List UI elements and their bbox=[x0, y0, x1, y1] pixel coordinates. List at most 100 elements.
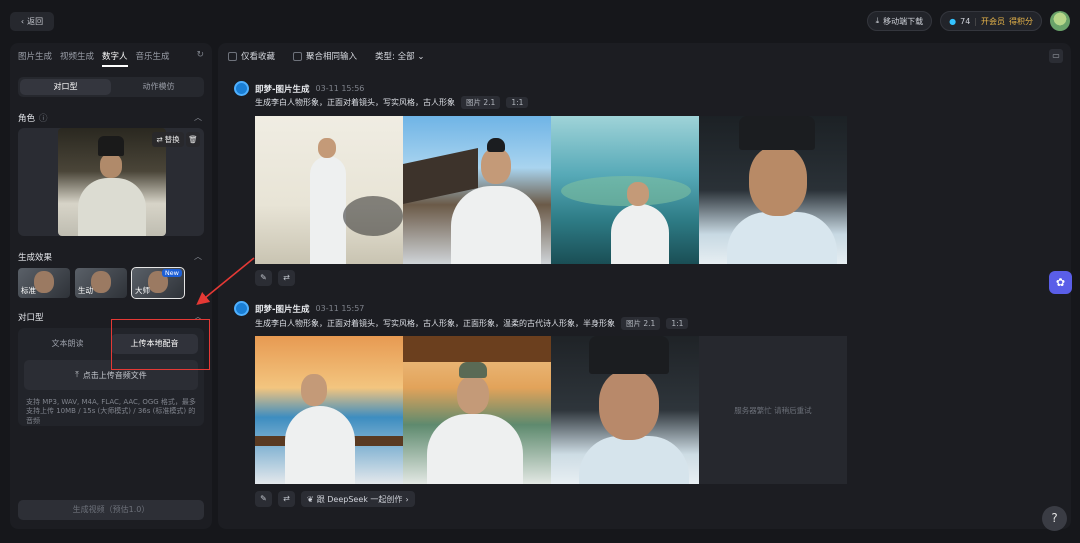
help-icon[interactable]: ? bbox=[1042, 506, 1067, 531]
post-actions: ✎ ⇄ ❦ 跟 DeepSeek 一起创作 › bbox=[255, 491, 415, 507]
figure-face bbox=[627, 182, 649, 206]
effect-vivid[interactable]: 生动 bbox=[75, 268, 127, 298]
checkbox[interactable] bbox=[228, 52, 237, 61]
generated-image[interactable] bbox=[551, 116, 699, 264]
generate-video-button[interactable]: 生成视频（预估1.0） bbox=[18, 500, 204, 520]
figure-robe bbox=[285, 406, 355, 484]
tab-video[interactable]: 视频生成 bbox=[60, 50, 94, 67]
figure-face bbox=[749, 146, 807, 216]
mode-lipsync[interactable]: 对口型 bbox=[20, 79, 111, 95]
tab-music[interactable]: 音乐生成 bbox=[136, 50, 170, 67]
role-hat bbox=[98, 136, 124, 156]
refresh-icon[interactable]: ↻ bbox=[196, 50, 204, 60]
upload-label: 点击上传音频文件 bbox=[82, 370, 147, 380]
generated-image[interactable] bbox=[255, 336, 403, 484]
info-icon[interactable]: ⓘ bbox=[39, 112, 48, 124]
effect-thumb-face bbox=[34, 271, 54, 293]
chevron-up-icon[interactable]: ︿ bbox=[194, 112, 202, 123]
filter-type-dropdown[interactable]: 类型: 全部 ⌄ bbox=[375, 50, 424, 62]
swap-icon: ⇄ bbox=[156, 135, 163, 144]
figure-face bbox=[318, 138, 336, 158]
edit-icon[interactable]: ✎ bbox=[255, 270, 272, 286]
post-time: 03-11 15:56 bbox=[315, 84, 365, 93]
deepseek-label: 跟 DeepSeek 一起创作 bbox=[316, 494, 403, 504]
effect-label: 大师 bbox=[135, 286, 150, 295]
back-button[interactable]: ‹ 返回 bbox=[10, 12, 54, 31]
role-face bbox=[100, 154, 122, 178]
figure-hat bbox=[589, 336, 669, 374]
effect-standard[interactable]: 标准 bbox=[18, 268, 70, 298]
generated-image[interactable] bbox=[403, 116, 551, 264]
generated-image[interactable] bbox=[255, 116, 403, 264]
folder-icon[interactable]: ▭ bbox=[1049, 49, 1063, 63]
tab-digital-human[interactable]: 数字人 bbox=[102, 50, 128, 67]
effect-options: 标准 生动 New 大师 bbox=[18, 267, 185, 299]
figure-face bbox=[481, 148, 511, 184]
chevron-up-icon[interactable]: ︿ bbox=[194, 251, 202, 262]
sparkle-icon[interactable]: ✿ bbox=[1049, 271, 1072, 294]
effect-master[interactable]: New 大师 bbox=[131, 267, 185, 299]
app-logo-icon bbox=[234, 81, 249, 96]
cloud bbox=[561, 176, 691, 206]
eaves bbox=[403, 336, 551, 362]
filter-merge[interactable]: 聚合相同输入 bbox=[293, 50, 357, 62]
filter-type-label: 类型: 全部 bbox=[375, 52, 415, 62]
figure-robe bbox=[611, 204, 669, 264]
chevron-down-icon: ⌄ bbox=[417, 52, 425, 62]
filter-favorite-label: 仅看收藏 bbox=[241, 52, 276, 62]
role-title: 角色 bbox=[18, 114, 36, 124]
post-actions: ✎ ⇄ bbox=[255, 270, 295, 286]
earn-label: 得积分 bbox=[1009, 16, 1033, 26]
new-badge: New bbox=[161, 269, 182, 277]
back-label: 返回 bbox=[27, 17, 44, 26]
post-title: 即梦-图片生成 bbox=[255, 84, 310, 95]
edit-icon[interactable]: ✎ bbox=[255, 491, 272, 507]
points-pill[interactable]: ● 74 | 开会员 得积分 bbox=[940, 11, 1042, 31]
effect-title: 生成效果 bbox=[18, 253, 53, 263]
top-right-actions: ⤓ 移动端下载 ● 74 | 开会员 得积分 bbox=[866, 11, 1070, 31]
replace-role-button[interactable]: ⇄ 替换 bbox=[152, 132, 184, 147]
download-icon: ⤓ bbox=[875, 16, 880, 25]
figure-robe bbox=[579, 436, 689, 484]
post-time: 03-11 15:57 bbox=[315, 304, 365, 313]
lipsync-section-title: 对口型 bbox=[18, 311, 44, 323]
role-box: ⇄ 替换 🗑 bbox=[18, 128, 204, 236]
generated-image[interactable] bbox=[699, 116, 847, 264]
delete-role-button[interactable]: 🗑 bbox=[186, 132, 200, 147]
dub-text-read[interactable]: 文本朗读 bbox=[24, 334, 111, 354]
mobile-download-button[interactable]: ⤓ 移动端下载 bbox=[866, 11, 933, 31]
checkbox[interactable] bbox=[293, 52, 303, 61]
prompt-text: 生成李白人物形象，正面对着镜头，写实风格，古人形象，正面形象，温柔的古代诗人形象… bbox=[255, 319, 615, 328]
figure-robe bbox=[310, 156, 346, 264]
generated-image[interactable] bbox=[403, 336, 551, 484]
regenerate-icon[interactable]: ⇄ bbox=[278, 270, 295, 286]
ratio-tag: 1:1 bbox=[506, 97, 529, 108]
model-tag: 图片 2.1 bbox=[461, 96, 501, 109]
post-title: 即梦-图片生成 bbox=[255, 304, 310, 315]
chevron-right-icon: › bbox=[405, 494, 409, 504]
figure-robe bbox=[451, 186, 541, 264]
mode-segment: 对口型 动作模仿 bbox=[18, 77, 204, 97]
image-grid bbox=[255, 116, 847, 264]
filter-favorite[interactable]: 仅看收藏 bbox=[228, 50, 275, 62]
image-grid: 服务器繁忙 请稍后重试 bbox=[255, 336, 847, 484]
points-value: 74 bbox=[960, 16, 971, 26]
upload-note: 支持 MP3, WAV, M4A, FLAC, AAC, OGG 格式，最多支持… bbox=[26, 398, 196, 425]
creation-tabs: 图片生成 视频生成 数字人 音乐生成 bbox=[18, 50, 170, 67]
user-avatar[interactable] bbox=[1050, 11, 1070, 31]
role-section-title: 角色 ⓘ bbox=[18, 112, 48, 124]
figure-face bbox=[301, 374, 327, 406]
effect-thumb-face bbox=[91, 271, 111, 293]
model-tag: 图片 2.1 bbox=[621, 317, 661, 330]
left-panel: 图片生成 视频生成 数字人 音乐生成 ↻ 对口型 动作模仿 角色 ⓘ ︿ ⇄ 替… bbox=[10, 43, 212, 529]
failed-image-tile: 服务器繁忙 请稍后重试 bbox=[699, 336, 847, 484]
failed-message: 服务器繁忙 请稍后重试 bbox=[734, 405, 812, 415]
trash-icon: 🗑 bbox=[188, 135, 198, 144]
mode-motion-imitation[interactable]: 动作模仿 bbox=[113, 77, 204, 97]
ratio-tag: 1:1 bbox=[666, 318, 689, 329]
regenerate-icon[interactable]: ⇄ bbox=[278, 491, 295, 507]
tab-image[interactable]: 图片生成 bbox=[18, 50, 52, 67]
chevron-left-icon: ‹ bbox=[20, 17, 25, 26]
deepseek-create-button[interactable]: ❦ 跟 DeepSeek 一起创作 › bbox=[301, 491, 415, 507]
generated-image[interactable] bbox=[551, 336, 699, 484]
